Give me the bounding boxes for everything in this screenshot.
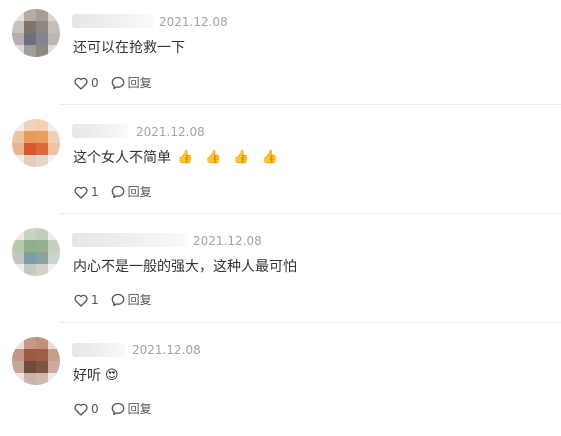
comment-date: 2021.12.08	[132, 343, 201, 357]
comment-text-content: 还可以在抢救一下	[73, 40, 185, 56]
like-button[interactable]: 0	[74, 75, 99, 91]
heart-icon	[74, 186, 88, 199]
username-blurred[interactable]	[72, 14, 154, 28]
divider	[60, 322, 561, 323]
reply-label: 回复	[127, 402, 152, 416]
comment-date: 2021.12.08	[159, 15, 228, 29]
speech-bubble-icon	[111, 185, 124, 199]
thumbs-up-emoji: 👍	[261, 150, 278, 165]
comment-date: 2021.12.08	[136, 125, 205, 139]
thumbs-up-emoji: 👍	[177, 150, 194, 165]
heart-icon	[74, 77, 88, 90]
thumbs-up-emoji: 👍	[205, 150, 222, 165]
reply-label: 回复	[127, 293, 152, 307]
avatar[interactable]	[12, 119, 60, 167]
heart-eyes-emoji: 😍	[105, 368, 119, 383]
comment-text-content: 好听	[73, 368, 101, 384]
comment-actions: 1 回复	[74, 184, 164, 200]
reply-button[interactable]: 回复	[111, 184, 152, 200]
reply-button[interactable]: 回复	[111, 292, 152, 308]
avatar[interactable]	[12, 9, 60, 57]
thumbs-up-emoji: 👍	[233, 150, 250, 165]
heart-icon	[74, 403, 88, 416]
comment-item: 2021.12.08 好听 😍 0 回复	[0, 328, 561, 436]
comment-text: 内心不是一般的强大，这种人最可怕	[73, 257, 297, 277]
username-blurred[interactable]	[72, 124, 128, 138]
reply-label: 回复	[127, 76, 152, 90]
reply-button[interactable]: 回复	[111, 401, 152, 417]
speech-bubble-icon	[111, 293, 124, 307]
comment-item: 2021.12.08 内心不是一般的强大，这种人最可怕 1 回复	[0, 219, 561, 327]
like-count: 0	[91, 402, 99, 416]
avatar[interactable]	[12, 228, 60, 276]
like-button[interactable]: 1	[74, 292, 99, 308]
comment-text: 还可以在抢救一下	[73, 38, 185, 58]
like-count: 0	[91, 76, 99, 90]
avatar[interactable]	[12, 337, 60, 385]
reply-button[interactable]: 回复	[111, 75, 152, 91]
divider	[60, 213, 561, 214]
speech-bubble-icon	[111, 76, 124, 90]
comment-actions: 0 回复	[74, 75, 164, 91]
comment-text-content: 内心不是一般的强大，这种人最可怕	[73, 259, 297, 275]
username-blurred[interactable]	[72, 343, 126, 357]
comment-text: 这个女人不简单 👍 👍 👍 👍	[73, 148, 278, 168]
speech-bubble-icon	[111, 402, 124, 416]
like-button[interactable]: 1	[74, 184, 99, 200]
heart-icon	[74, 294, 88, 307]
like-count: 1	[91, 185, 99, 199]
reply-label: 回复	[127, 185, 152, 199]
comment-actions: 0 回复	[74, 401, 164, 417]
comment-text: 好听 😍	[73, 366, 119, 386]
comment-text-content: 这个女人不简单	[73, 150, 171, 166]
divider	[60, 104, 561, 105]
like-count: 1	[91, 293, 99, 307]
username-blurred[interactable]	[72, 233, 188, 247]
comment-item: 2021.12.08 还可以在抢救一下 0 回复	[0, 0, 561, 108]
comment-item: 2021.12.08 这个女人不简单 👍 👍 👍 👍 1 回复	[0, 110, 561, 218]
like-button[interactable]: 0	[74, 401, 99, 417]
comment-actions: 1 回复	[74, 292, 164, 308]
comment-date: 2021.12.08	[193, 234, 262, 248]
